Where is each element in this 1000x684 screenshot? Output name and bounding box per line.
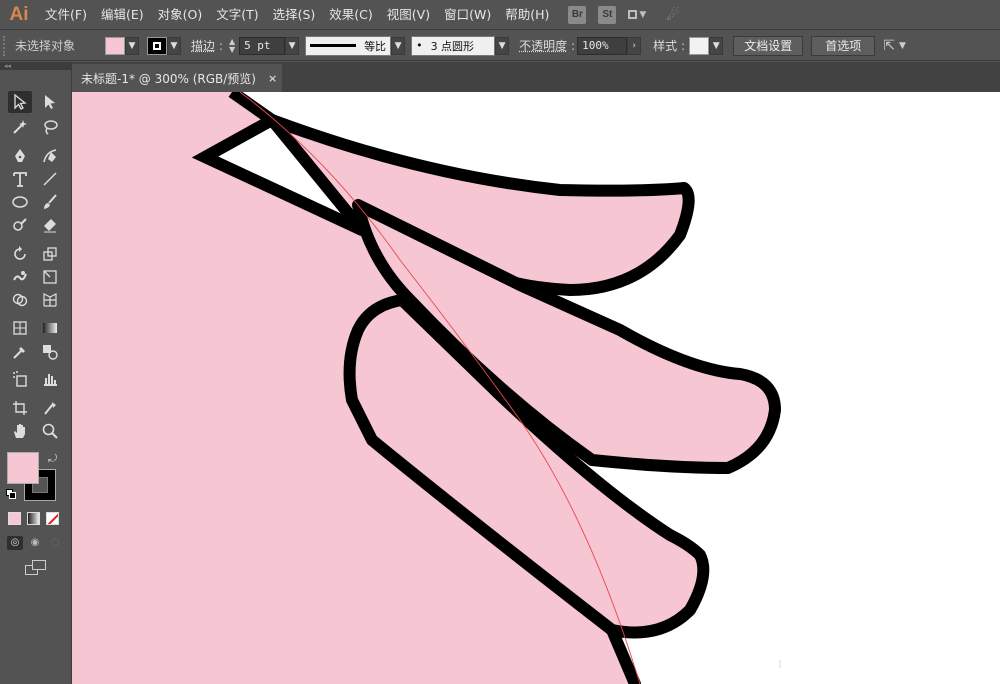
opacity-label[interactable]: 不透明度 <box>519 37 567 54</box>
eraser-tool-icon[interactable] <box>38 214 62 236</box>
menu-edit[interactable]: 编辑(E) <box>94 0 151 30</box>
document-tab-bar: 未标题-1* @ 300% (RGB/预览) × <box>72 62 1000 92</box>
lasso-tool-icon[interactable] <box>38 116 62 138</box>
brush-label: 3 点圆形 <box>430 39 475 53</box>
opacity-label-colon: : <box>571 38 576 53</box>
preferences-button[interactable]: 首选项 <box>811 35 876 56</box>
draw-normal-icon[interactable]: ◎ <box>7 536 23 550</box>
menu-window[interactable]: 窗口(W) <box>437 0 498 30</box>
artwork <box>72 92 781 684</box>
document-tab[interactable]: 未标题-1* @ 300% (RGB/预览) × <box>72 64 282 92</box>
scale-tool-icon[interactable] <box>38 243 62 265</box>
default-fill-stroke-icon[interactable] <box>6 489 16 499</box>
gradient-tool-icon[interactable] <box>38 317 62 339</box>
shaper-tool-icon[interactable] <box>8 214 32 236</box>
document-setup-button[interactable]: 文档设置 <box>733 35 804 56</box>
control-bar: 未选择对象 ▼ ▼ 描边 : ▲ ▼ 5 pt ▼ 等比 ▼ • 3 点圆形 ▼ … <box>0 31 1000 61</box>
magic-wand-tool-icon[interactable] <box>8 116 32 138</box>
profile-dropdown[interactable]: ▼ <box>391 36 406 55</box>
menu-help[interactable]: 帮助(H) <box>498 0 556 30</box>
mesh-tool-icon[interactable] <box>8 317 32 339</box>
brush-dot: • <box>416 39 423 52</box>
none-mode-icon[interactable] <box>46 512 59 525</box>
style-label-colon: : <box>681 38 686 53</box>
stroke-weight-stepper[interactable]: ▲ ▼ <box>225 37 239 55</box>
type-tool-icon[interactable] <box>8 168 32 190</box>
draw-inside-icon[interactable]: ◌ <box>47 536 63 550</box>
stroke-weight-field[interactable]: 5 pt <box>239 36 286 55</box>
app-logo: Ai <box>9 3 29 25</box>
line-segment-tool-icon[interactable] <box>38 168 62 190</box>
menu-select[interactable]: 选择(S) <box>266 0 323 30</box>
screen-mode-icon[interactable] <box>25 560 47 576</box>
eyedropper-tool-icon[interactable] <box>8 341 32 363</box>
ellipse-tool-icon[interactable] <box>8 191 32 213</box>
style-label: 样式 <box>653 39 678 53</box>
color-mode-icon[interactable] <box>8 512 21 525</box>
panel-menu-icon[interactable]: ▼ <box>899 41 906 51</box>
brush-definition[interactable]: • 3 点圆形 <box>411 35 496 56</box>
profile-line-preview <box>310 44 357 47</box>
menu-effect[interactable]: 效果(C) <box>322 0 379 30</box>
gpu-performance-icon[interactable]: ☄ <box>666 6 679 24</box>
graphic-style-swatch[interactable] <box>689 36 710 55</box>
free-transform-tool-icon[interactable] <box>38 266 62 288</box>
stroke-dropdown[interactable]: ▼ <box>167 36 181 55</box>
opacity-field[interactable]: 100% <box>577 36 628 55</box>
close-tab-icon[interactable]: × <box>268 72 277 85</box>
artboard-tool-icon[interactable] <box>8 397 32 419</box>
menu-view[interactable]: 视图(V) <box>380 0 437 30</box>
symbol-sprayer-tool-icon[interactable] <box>8 368 32 390</box>
menu-file[interactable]: 文件(F) <box>38 0 94 30</box>
direct-selection-tool-icon[interactable] <box>38 91 62 113</box>
shape-builder-tool-icon[interactable] <box>8 289 32 311</box>
arrange-documents-icon[interactable]: ▼ <box>628 7 654 23</box>
selection-status: 未选择对象 <box>15 39 76 53</box>
rotate-tool-icon[interactable] <box>8 243 32 265</box>
style-dropdown[interactable]: ▼ <box>709 36 724 55</box>
tools-panel: ⤾ ◎ ◉ ◌ <box>0 70 72 684</box>
menu-object[interactable]: 对象(O) <box>151 0 210 30</box>
artboard-canvas[interactable] <box>72 92 1000 684</box>
opacity-expand[interactable]: › <box>627 36 642 55</box>
document-tab-title: 未标题-1* @ 300% (RGB/预览) <box>81 71 256 86</box>
slice-tool-icon[interactable] <box>38 397 62 419</box>
paintbrush-tool-icon[interactable] <box>38 191 62 213</box>
fill-color-swatch[interactable] <box>105 36 125 55</box>
gradient-mode-icon[interactable] <box>27 512 40 525</box>
warp-tool-icon[interactable] <box>8 266 32 288</box>
hand-tool-icon[interactable] <box>8 420 32 442</box>
arrange-icon[interactable]: ⇱ <box>883 38 895 54</box>
blend-tool-icon[interactable] <box>38 341 62 363</box>
stroke-label-colon: : <box>219 38 224 53</box>
pen-tool-icon[interactable] <box>8 145 32 167</box>
stroke-label[interactable]: 描边 <box>191 37 215 54</box>
draw-behind-icon[interactable]: ◉ <box>27 536 43 550</box>
fill-swatch-large[interactable] <box>7 452 39 484</box>
menu-bar: Ai 文件(F) 编辑(E) 对象(O) 文字(T) 选择(S) 效果(C) 视… <box>0 0 1000 30</box>
fill-dropdown[interactable]: ▼ <box>125 36 139 55</box>
menu-type[interactable]: 文字(T) <box>209 0 265 30</box>
zoom-tool-icon[interactable] <box>38 420 62 442</box>
stroke-color-swatch[interactable] <box>147 36 167 55</box>
panel-collapse-strip[interactable]: ◂◂ <box>0 62 72 70</box>
curvature-tool-icon[interactable] <box>38 145 62 167</box>
variable-width-profile[interactable]: 等比 <box>305 35 392 56</box>
column-graph-tool-icon[interactable] <box>38 368 62 390</box>
profile-label: 等比 <box>364 39 387 53</box>
stroke-weight-dropdown[interactable]: ▼ <box>285 36 300 55</box>
bridge-icon[interactable]: Br <box>568 5 587 24</box>
selection-tool-icon[interactable] <box>8 91 32 113</box>
swap-fill-stroke-icon[interactable]: ⤾ <box>48 452 57 466</box>
stock-icon[interactable]: St <box>598 5 617 24</box>
perspective-grid-tool-icon[interactable] <box>38 289 62 311</box>
brush-dropdown[interactable]: ▼ <box>495 36 510 55</box>
